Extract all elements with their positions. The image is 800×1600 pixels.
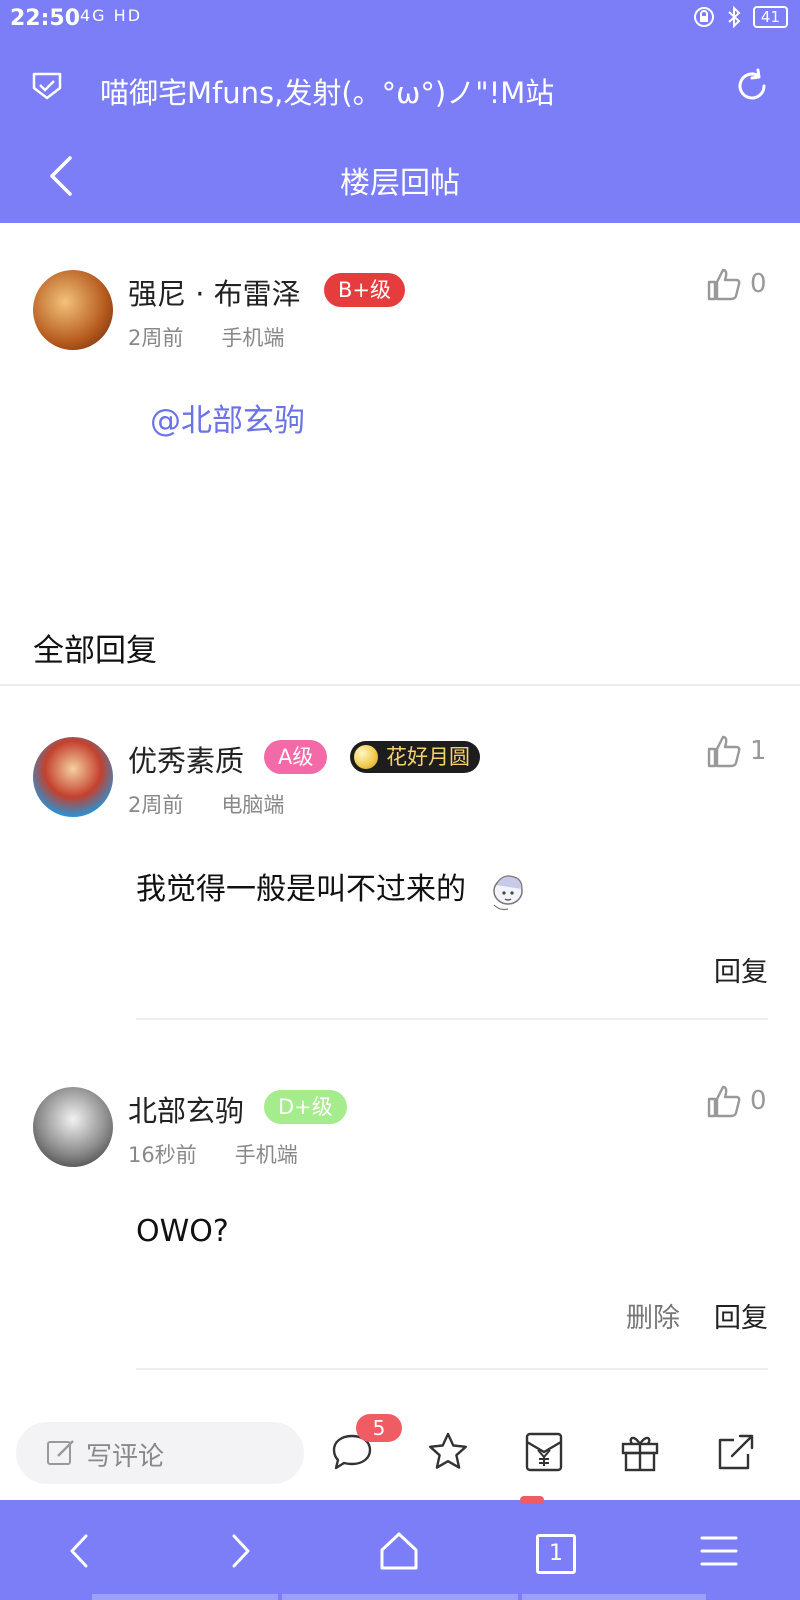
like-button[interactable]: 0 — [706, 1083, 767, 1119]
nav-back-icon[interactable] — [58, 1528, 104, 1574]
home-icon[interactable] — [376, 1528, 422, 1574]
like-count: 0 — [750, 269, 767, 299]
thumbs-up-icon — [707, 1085, 741, 1118]
avatar[interactable] — [33, 737, 113, 817]
browser-bar: 喵御宅Mfuns,发射(。°ω°)ノ"!M站 — [0, 40, 800, 130]
section-title: 全部回复 — [33, 633, 157, 669]
page-header: 楼层回帖 — [0, 130, 800, 223]
username[interactable]: 优秀素质 — [128, 738, 244, 780]
system-nav-bar: 1 — [0, 1496, 800, 1600]
reply-device: 电脑端 — [221, 793, 285, 817]
like-count: 0 — [750, 1086, 767, 1116]
shield-check-icon[interactable] — [30, 68, 64, 102]
tab-count: 1 — [549, 1541, 563, 1566]
post-time: 2周前 — [128, 326, 184, 350]
reply-meta: 2周前 电脑端 — [128, 789, 284, 819]
level-badge: B+级 — [324, 273, 406, 307]
reply-time: 2周前 — [128, 793, 184, 817]
edit-icon — [47, 1440, 74, 1465]
mention-link[interactable]: @北部玄驹 — [150, 395, 305, 440]
signal-indicator: 4G HD — [80, 6, 143, 25]
reply-divider — [136, 1018, 768, 1020]
notification-dot — [520, 1496, 544, 1504]
reload-icon[interactable] — [734, 68, 770, 104]
lock-icon — [693, 7, 714, 27]
tab-strip — [522, 1594, 706, 1600]
comment-input[interactable]: 写评论 — [16, 1422, 304, 1484]
username[interactable]: 强尼 · 布雷泽 — [128, 271, 301, 313]
reply-button[interactable]: 回复 — [714, 1296, 768, 1335]
comment-placeholder: 写评论 — [86, 1442, 165, 1472]
medal-badge[interactable]: 花好月圆 — [350, 741, 480, 773]
status-bar: 22:50 4G HD 41 — [0, 0, 800, 40]
delete-button[interactable]: 删除 — [626, 1296, 680, 1335]
yen-reward-icon[interactable] — [522, 1430, 566, 1474]
medal-label: 花好月圆 — [386, 745, 470, 769]
bluetooth-icon — [728, 6, 741, 28]
browser-title: 喵御宅Mfuns,发射(。°ω°)ノ"!M站 — [100, 76, 555, 110]
nav-forward-icon[interactable] — [216, 1528, 262, 1574]
page-title: 楼层回帖 — [340, 166, 460, 201]
status-right: 41 — [693, 6, 788, 28]
status-time: 22:50 — [10, 6, 81, 31]
battery-indicator: 41 — [752, 6, 788, 28]
share-icon[interactable] — [714, 1430, 758, 1474]
reply-content: 我觉得一般是叫不过来的 — [136, 864, 526, 913]
star-icon[interactable] — [426, 1430, 470, 1474]
thumbs-up-icon — [707, 268, 741, 301]
reply-device: 手机端 — [234, 1143, 298, 1167]
gift-icon[interactable] — [618, 1430, 662, 1474]
like-button[interactable]: 0 — [706, 266, 767, 302]
tabs-icon[interactable]: 1 — [536, 1534, 576, 1574]
like-count: 1 — [750, 736, 767, 766]
reply-button[interactable]: 回复 — [714, 950, 768, 989]
post-device: 手机端 — [221, 326, 285, 350]
tab-strip — [92, 1594, 278, 1600]
sticker-emoji-icon — [493, 874, 523, 910]
comment-count-badge: 5 — [356, 1414, 402, 1442]
menu-icon[interactable] — [696, 1528, 742, 1574]
coin-icon — [354, 745, 378, 769]
username[interactable]: 北部玄驹 — [128, 1088, 244, 1130]
level-badge: D+级 — [264, 1090, 347, 1124]
section-divider — [0, 684, 800, 686]
post-meta: 2周前 手机端 — [128, 322, 284, 352]
like-button[interactable]: 1 — [706, 733, 767, 769]
tab-strip — [282, 1594, 518, 1600]
thumbs-up-icon — [707, 735, 741, 768]
avatar[interactable] — [33, 1087, 113, 1167]
reply-divider — [136, 1368, 768, 1370]
reply-content: OWO? — [136, 1214, 229, 1249]
reply-meta: 16秒前 手机端 — [128, 1139, 298, 1169]
reply-time: 16秒前 — [128, 1143, 197, 1167]
reply-text: 我觉得一般是叫不过来的 — [136, 872, 466, 907]
level-badge: A级 — [264, 740, 328, 774]
bottom-action-bar: 写评论 5 — [0, 1404, 800, 1500]
avatar[interactable] — [33, 270, 113, 350]
